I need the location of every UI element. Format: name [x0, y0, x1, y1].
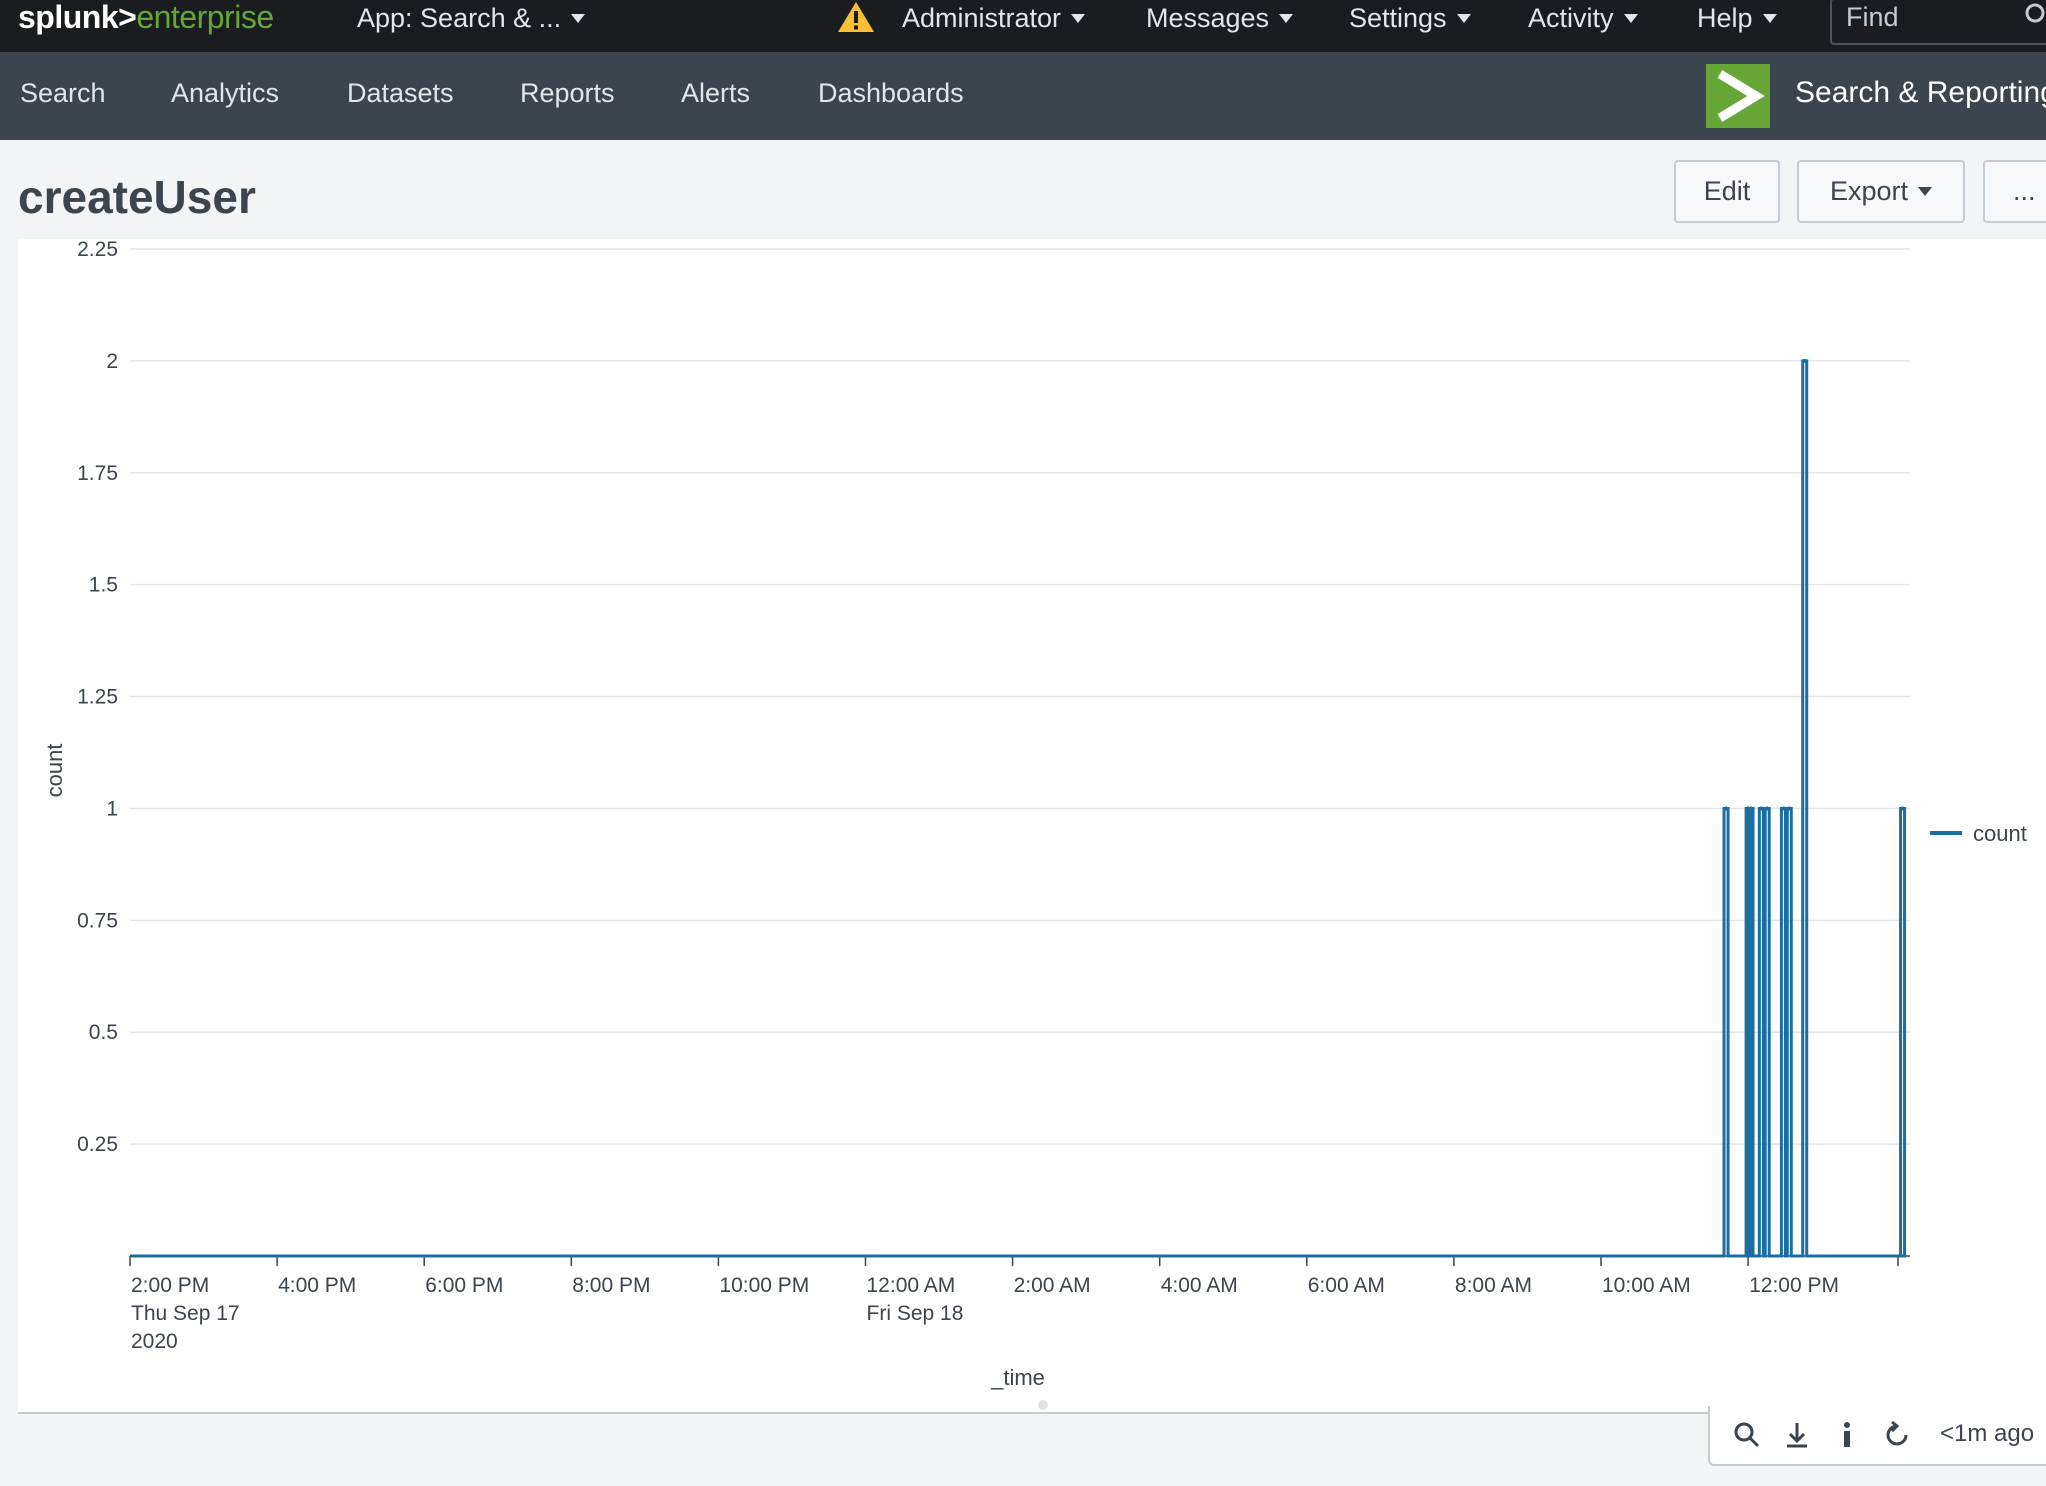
edit-button-label: Edit [1703, 176, 1751, 206]
x-tick-label: 12:00 AM [867, 1274, 956, 1297]
search-icon[interactable] [2024, 2, 2046, 28]
menu-settings-label: Settings [1349, 2, 1447, 33]
x-tick-label: 10:00 PM [719, 1274, 809, 1297]
chevron-down-icon [1762, 13, 1777, 23]
data-point[interactable] [1724, 806, 1729, 811]
x-tick-label: 2:00 PM [131, 1274, 209, 1297]
y-axis-ticks: 2.25 2 1.75 1.5 1.25 1 0.75 0.5 0.25 [77, 239, 118, 1156]
last-refresh-status: <1m ago [1940, 1420, 2035, 1447]
chevron-down-icon [1623, 13, 1638, 23]
x-tick-label: 4:00 PM [278, 1274, 356, 1297]
splunk-logo[interactable]: splunk>enterprise [18, 0, 274, 36]
app-logo-icon[interactable] [1706, 64, 1770, 128]
panel-footer-toolbar: <1m ago [1708, 1406, 2046, 1466]
chevron-down-icon [1918, 187, 1933, 196]
menu-administrator[interactable]: Administrator [902, 0, 1086, 36]
global-header: splunk>enterprise App: Search & ... Admi… [0, 0, 2046, 52]
chevron-down-icon [1279, 13, 1294, 23]
download-icon[interactable] [1782, 1420, 1812, 1450]
refresh-icon[interactable] [1882, 1420, 1912, 1450]
nav-item-dashboards[interactable]: Dashboards [818, 78, 964, 109]
search-icon[interactable] [1732, 1420, 1762, 1450]
x-tick-label: 6:00 PM [425, 1274, 503, 1297]
y-tick-label: 2.25 [77, 239, 118, 261]
data-point[interactable] [1787, 806, 1792, 811]
nav-item-alerts[interactable]: Alerts [681, 78, 750, 109]
brand-secondary: enterprise [136, 0, 274, 35]
y-axis-label: count [42, 744, 67, 798]
chevron-down-icon [1456, 13, 1471, 23]
menu-activity[interactable]: Activity [1528, 0, 1638, 36]
x-tick-label: 4:00 AM [1161, 1274, 1238, 1297]
chevron-down-icon [571, 13, 586, 23]
y-tick-label: 0.75 [77, 909, 118, 932]
x-tick-label: 2:00 AM [1014, 1274, 1091, 1297]
x-tick-label: 6:00 AM [1308, 1274, 1385, 1297]
data-point[interactable] [1759, 806, 1764, 811]
x-axis-ticks: 2:00 PM Thu Sep 17 2020 4:00 PM 6:00 PM 8:00 … [129, 1256, 1899, 1353]
legend-label: count [1973, 821, 2027, 846]
menu-activity-label: Activity [1528, 2, 1614, 33]
info-icon[interactable] [1832, 1420, 1862, 1450]
x-tick-label: 10:00 AM [1602, 1274, 1691, 1297]
x-tick-label: 8:00 AM [1455, 1274, 1532, 1297]
nav-item-reports[interactable]: Reports [520, 78, 615, 109]
y-tick-label: 1.25 [77, 686, 118, 709]
app-menu[interactable]: App: Search & ... [357, 0, 586, 36]
find-placeholder: Find [1846, 2, 1899, 32]
menu-help[interactable]: Help [1697, 0, 1777, 36]
data-point[interactable] [1781, 806, 1786, 811]
export-button[interactable]: Export [1797, 160, 1965, 223]
find-input[interactable]: Find [1830, 0, 2046, 45]
app-title[interactable]: Search & Reporting [1795, 76, 2046, 110]
y-tick-label: 0.25 [77, 1133, 118, 1156]
x-tick-label: Fri Sep 18 [867, 1302, 964, 1325]
warning-triangle-icon[interactable] [836, 0, 876, 34]
menu-messages[interactable]: Messages [1146, 0, 1294, 36]
y-tick-label: 0.5 [89, 1021, 118, 1044]
chart-grid [130, 248, 1910, 1257]
line-chart[interactable]: 2.25 2 1.75 1.5 1.25 1 0.75 0.5 0.25 2:00 PM Thu … [18, 239, 2046, 1414]
y-tick-label: 1.5 [89, 574, 118, 597]
menu-messages-label: Messages [1146, 2, 1270, 33]
export-button-label: Export [1829, 176, 1909, 206]
brand-primary: splunk> [18, 0, 137, 35]
data-point[interactable] [1749, 806, 1754, 811]
y-tick-label: 1 [106, 797, 118, 820]
nav-item-datasets[interactable]: Datasets [347, 78, 454, 109]
chevron-right-icon [1717, 70, 1765, 122]
x-tick-label: Thu Sep 17 [131, 1302, 240, 1325]
nav-item-search[interactable]: Search [20, 78, 106, 109]
y-tick-label: 2 [106, 350, 118, 373]
chart-series [130, 358, 1907, 1258]
x-tick-label: 12:00 PM [1749, 1274, 1839, 1297]
chevron-down-icon [1071, 13, 1086, 23]
chart-panel: 2.25 2 1.75 1.5 1.25 1 0.75 0.5 0.25 2:00 PM Thu … [18, 239, 2046, 1414]
app-menu-label: App: Search & ... [357, 2, 562, 33]
menu-administrator-label: Administrator [902, 2, 1062, 33]
x-axis-label: _time [990, 1365, 1045, 1390]
data-point[interactable] [1900, 806, 1905, 811]
menu-settings[interactable]: Settings [1349, 0, 1471, 36]
y-tick-label: 1.75 [77, 462, 118, 485]
data-point[interactable] [1802, 358, 1807, 363]
chart-legend[interactable]: count [1930, 821, 2027, 846]
page-title: createUser [18, 171, 256, 223]
data-point[interactable] [1765, 806, 1770, 811]
resize-handle[interactable] [1038, 1400, 1048, 1410]
x-tick-label: 8:00 PM [572, 1274, 650, 1297]
more-actions-button[interactable]: ... [1983, 160, 2046, 223]
x-tick-label: 2020 [131, 1330, 178, 1353]
nav-item-analytics[interactable]: Analytics [171, 78, 279, 109]
more-actions-label: ... [2013, 176, 2036, 206]
edit-button[interactable]: Edit [1674, 160, 1780, 223]
menu-help-label: Help [1697, 2, 1753, 33]
